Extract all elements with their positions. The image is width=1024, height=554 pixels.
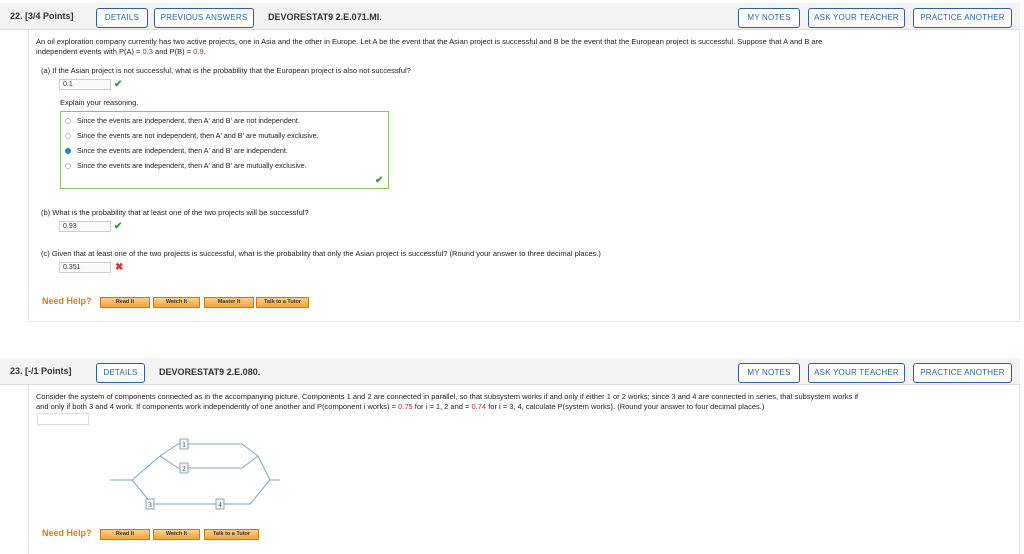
q22-part-b: (b) What is the probability that at leas… bbox=[41, 208, 309, 217]
q23-system-diagram: 1 2 3 4 bbox=[110, 438, 280, 510]
radio-icon[interactable] bbox=[65, 118, 71, 125]
diagram-label-2: 2 bbox=[182, 465, 186, 473]
q23-number-points: 23. [-/1 Points] bbox=[10, 366, 72, 376]
diagram-label-3: 3 bbox=[148, 501, 152, 509]
q23-code: DEVORESTAT9 2.E.080. bbox=[159, 367, 261, 377]
q22-option-2[interactable]: Since the events are not independent, th… bbox=[65, 131, 319, 140]
q22-number-points: 22. [3/4 Points] bbox=[10, 11, 74, 21]
q23-details-button[interactable]: DETAILS bbox=[96, 363, 145, 383]
q22-option-1[interactable]: Since the events are independent, then A… bbox=[65, 116, 300, 125]
q23-my-notes-button[interactable]: MY NOTES bbox=[738, 363, 800, 383]
correct-check-icon: ✔ bbox=[375, 175, 384, 186]
q23-answer-input[interactable] bbox=[37, 413, 89, 425]
q22-header: 22. [3/4 Points] DETAILS PREVIOUS ANSWER… bbox=[0, 3, 1020, 30]
radio-icon[interactable] bbox=[65, 163, 71, 170]
q23-practice-another-button[interactable]: PRACTICE ANOTHER bbox=[913, 363, 1012, 383]
incorrect-x-icon: ✖ bbox=[115, 262, 124, 273]
q22-details-button[interactable]: DETAILS bbox=[96, 8, 148, 28]
q22-answer-a-input[interactable]: 0.1 bbox=[59, 79, 111, 90]
q23-header: 23. [-/1 Points] DETAILS DEVORESTAT9 2.E… bbox=[0, 358, 1020, 385]
talk-to-tutor-button[interactable]: Talk to a Tutor bbox=[204, 529, 259, 540]
q22-explain-label: Explain your reasoning. bbox=[60, 98, 139, 107]
q22-practice-another-button[interactable]: PRACTICE ANOTHER bbox=[913, 8, 1012, 28]
q22-option-3[interactable]: Since the events are independent, then A… bbox=[65, 146, 288, 155]
q22-ask-teacher-button[interactable]: ASK YOUR TEACHER bbox=[808, 8, 905, 28]
watch-it-button[interactable]: Watch It bbox=[153, 529, 200, 540]
q23-ask-teacher-button[interactable]: ASK YOUR TEACHER bbox=[808, 363, 905, 383]
talk-to-tutor-button[interactable]: Talk to a Tutor bbox=[256, 297, 309, 308]
q22-answer-c-input[interactable]: 0.351 bbox=[59, 262, 111, 273]
q22-option-4[interactable]: Since the events are independent, then A… bbox=[65, 161, 307, 170]
q22-part-a: (a) If the Asian project is not successf… bbox=[41, 66, 411, 75]
q23-intro: Consider the system of components connec… bbox=[36, 392, 859, 411]
q22-intro: An oil exploration company currently has… bbox=[36, 37, 823, 56]
q22-part-c: (c) Given that at least one of the two p… bbox=[41, 249, 601, 258]
read-it-button[interactable]: Read It bbox=[100, 297, 150, 308]
diagram-label-4: 4 bbox=[218, 501, 222, 509]
correct-check-icon: ✔ bbox=[114, 221, 123, 232]
q23-need-help-label: Need Help? bbox=[42, 528, 92, 538]
q22-previous-answers-button[interactable]: PREVIOUS ANSWERS bbox=[154, 8, 254, 28]
read-it-button[interactable]: Read It bbox=[100, 529, 150, 540]
q22-reasoning-options: Since the events are independent, then A… bbox=[60, 111, 389, 189]
radio-icon[interactable] bbox=[65, 133, 71, 140]
diagram-label-1: 1 bbox=[182, 441, 186, 449]
q22-answer-b-input[interactable]: 0.93 bbox=[59, 221, 111, 232]
q22-code: DEVORESTAT9 2.E.071.MI. bbox=[268, 12, 382, 22]
q22-my-notes-button[interactable]: MY NOTES bbox=[738, 8, 800, 28]
master-it-button[interactable]: Master It bbox=[204, 297, 254, 308]
watch-it-button[interactable]: Watch It bbox=[153, 297, 200, 308]
correct-check-icon: ✔ bbox=[114, 79, 123, 90]
radio-selected-icon[interactable] bbox=[65, 148, 71, 155]
q22-need-help-label: Need Help? bbox=[42, 296, 92, 306]
